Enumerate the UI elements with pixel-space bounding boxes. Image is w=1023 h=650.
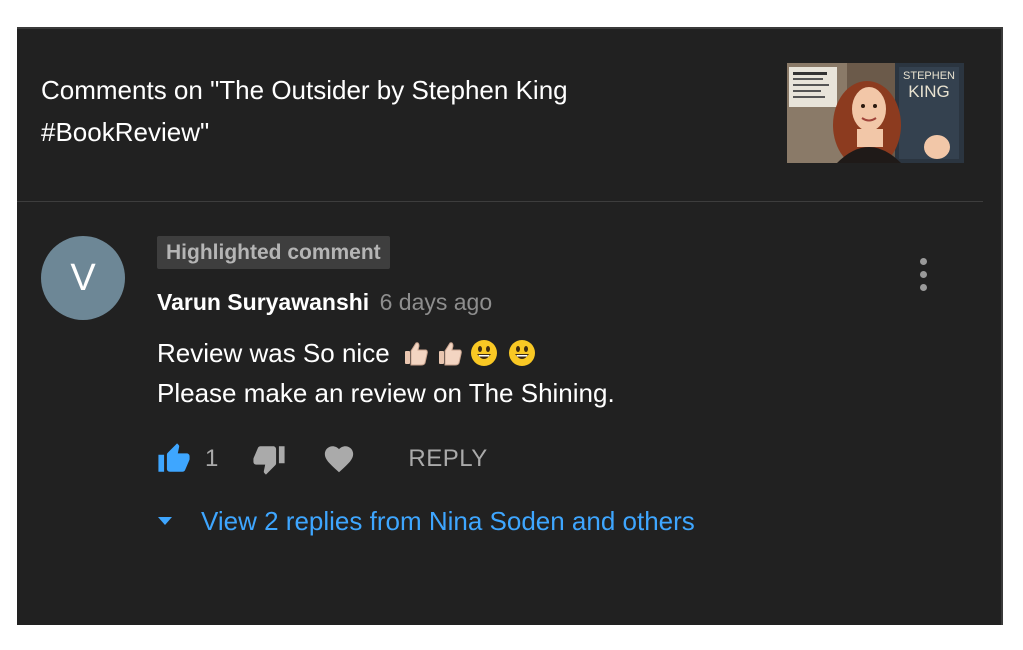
like-icon[interactable] <box>157 442 191 476</box>
comments-header: Comments on "The Outsider by Stephen Kin… <box>17 29 985 201</box>
svg-text:STEPHEN: STEPHEN <box>903 70 955 82</box>
comment-line-1: Review was So nice <box>157 333 615 373</box>
author-name[interactable]: Varun Suryawanshi <box>157 289 369 315</box>
view-replies-link[interactable]: View 2 replies from Nina Soden and other… <box>157 501 695 541</box>
page-title: Comments on "The Outsider by Stephen Kin… <box>41 75 568 147</box>
header-divider <box>17 201 983 202</box>
reply-button[interactable]: REPLY <box>408 445 487 473</box>
comment-line-1-text: Review was So nice <box>157 338 390 368</box>
thumbs-up-emoji-icon <box>404 342 428 366</box>
comment-actions: 1 REPLY <box>157 439 488 479</box>
comment-line-2: Please make an review on The Shining. <box>157 378 615 408</box>
comments-panel: Comments on "The Outsider by Stephen Kin… <box>17 27 1003 625</box>
heart-icon[interactable] <box>322 442 356 476</box>
view-replies-label[interactable]: View 2 replies from Nina Soden and other… <box>201 506 695 537</box>
dislike-icon[interactable] <box>252 442 286 476</box>
grinning-face-emoji-icon <box>508 340 535 366</box>
comment-timestamp[interactable]: 6 days ago <box>380 289 493 315</box>
thumbs-up-emoji-icon <box>438 342 462 366</box>
video-thumbnail[interactable]: STEPHEN KING <box>787 63 964 163</box>
avatar[interactable]: V <box>41 236 125 320</box>
comment-text: Review was So nice Please make an review… <box>157 333 615 413</box>
svg-text:KING: KING <box>908 82 950 101</box>
comment-meta: Varun Suryawanshi 6 days ago <box>157 287 492 317</box>
more-actions-icon[interactable] <box>913 258 933 298</box>
caret-down-icon <box>158 517 172 525</box>
like-count: 1 <box>205 445 219 472</box>
highlighted-comment-badge: Highlighted comment <box>157 236 390 269</box>
grinning-face-emoji-icon <box>470 340 497 366</box>
